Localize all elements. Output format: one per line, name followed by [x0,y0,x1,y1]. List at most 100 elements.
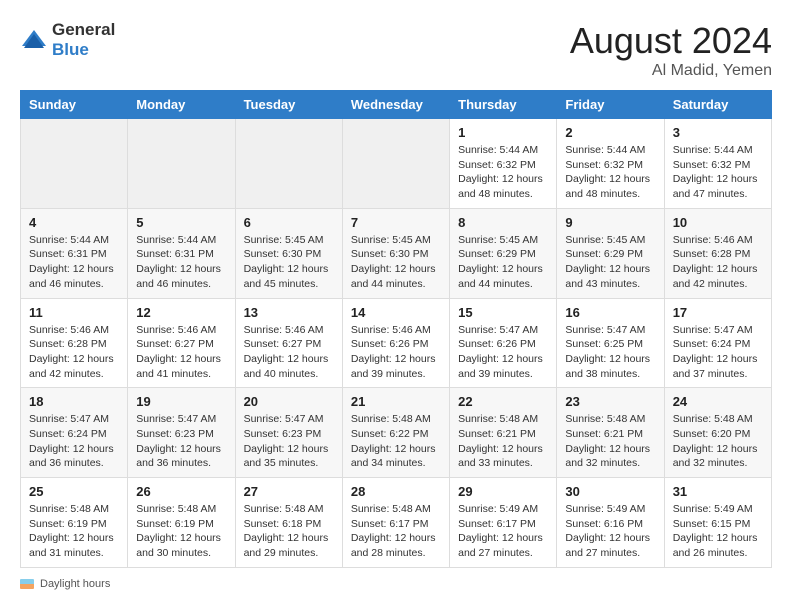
day-number: 19 [136,394,226,409]
day-number: 27 [244,484,334,499]
day-number: 22 [458,394,548,409]
calendar-cell: 29 Sunrise: 5:49 AM Sunset: 6:17 PM Dayli… [450,478,557,568]
day-info: Sunrise: 5:45 AM Sunset: 6:29 PM Dayligh… [458,233,548,292]
calendar-cell: 6Sunrise: 5:45 AM Sunset: 6:30 PM Daylig… [235,208,342,298]
day-number: 7 [351,215,441,230]
calendar-cell: 22Sunrise: 5:48 AM Sunset: 6:21 PM Dayli… [450,388,557,478]
calendar-week-5: 25 Sunrise: 5:48 AM Sunset: 6:19 PM Dayli… [21,478,772,568]
day-number: 9 [565,215,655,230]
day-number: 13 [244,305,334,320]
calendar-cell [342,119,449,209]
day-info: Sunrise: 5:49 AM Sunset: 6:17 PM Dayligh… [458,502,548,561]
day-number: 29 [458,484,548,499]
day-info: Sunrise: 5:46 AM Sunset: 6:27 PM Dayligh… [244,323,334,382]
column-header-sunday: Sunday [21,91,128,119]
day-number: 10 [673,215,763,230]
calendar-cell: 19 Sunrise: 5:47 AM Sunset: 6:23 PM Dayli… [128,388,235,478]
calendar-cell: 15Sunrise: 5:47 AM Sunset: 6:26 PM Dayli… [450,298,557,388]
logo-icon [20,26,48,54]
calendar-cell [128,119,235,209]
logo: General Blue [20,20,115,60]
calendar-cell: 31 Sunrise: 5:49 AM Sunset: 6:15 PM Dayli… [664,478,771,568]
day-number: 5 [136,215,226,230]
day-info: Sunrise: 5:44 AM Sunset: 6:32 PM Dayligh… [673,143,763,202]
day-info: Sunrise: 5:49 AM Sunset: 6:16 PM Dayligh… [565,502,655,561]
day-number: 21 [351,394,441,409]
day-info: Sunrise: 5:44 AM Sunset: 6:31 PM Dayligh… [29,233,119,292]
day-info: Sunrise: 5:48 AM Sunset: 6:19 PM Dayligh… [136,502,226,561]
day-info: Sunrise: 5:46 AM Sunset: 6:28 PM Dayligh… [673,233,763,292]
day-number: 4 [29,215,119,230]
day-number: 18 [29,394,119,409]
month-title: August 2024 [570,20,772,62]
header-row: SundayMondayTuesdayWednesdayThursdayFrid… [21,91,772,119]
column-header-wednesday: Wednesday [342,91,449,119]
day-info: Sunrise: 5:48 AM Sunset: 6:19 PM Dayligh… [29,502,119,561]
calendar-cell: 2 Sunrise: 5:44 AM Sunset: 6:32 PM Daylig… [557,119,664,209]
day-info: Sunrise: 5:45 AM Sunset: 6:30 PM Dayligh… [351,233,441,292]
calendar-cell: 13 Sunrise: 5:46 AM Sunset: 6:27 PM Dayli… [235,298,342,388]
calendar-cell: 11Sunrise: 5:46 AM Sunset: 6:28 PM Dayli… [21,298,128,388]
day-number: 25 [29,484,119,499]
column-header-monday: Monday [128,91,235,119]
logo-text: General Blue [52,20,115,60]
calendar-cell [235,119,342,209]
calendar-cell: 30 Sunrise: 5:49 AM Sunset: 6:16 PM Dayli… [557,478,664,568]
day-info: Sunrise: 5:49 AM Sunset: 6:15 PM Dayligh… [673,502,763,561]
calendar-cell: 27 Sunrise: 5:48 AM Sunset: 6:18 PM Dayli… [235,478,342,568]
calendar-cell [21,119,128,209]
calendar-cell: 8Sunrise: 5:45 AM Sunset: 6:29 PM Daylig… [450,208,557,298]
day-info: Sunrise: 5:48 AM Sunset: 6:21 PM Dayligh… [565,412,655,471]
calendar-header: SundayMondayTuesdayWednesdayThursdayFrid… [21,91,772,119]
day-info: Sunrise: 5:45 AM Sunset: 6:29 PM Dayligh… [565,233,655,292]
calendar-week-2: 4 Sunrise: 5:44 AM Sunset: 6:31 PM Daylig… [21,208,772,298]
day-info: Sunrise: 5:48 AM Sunset: 6:20 PM Dayligh… [673,412,763,471]
daylight-icon [20,579,34,589]
calendar-cell: 23Sunrise: 5:48 AM Sunset: 6:21 PM Dayli… [557,388,664,478]
calendar-cell: 24 Sunrise: 5:48 AM Sunset: 6:20 PM Dayli… [664,388,771,478]
calendar-table: SundayMondayTuesdayWednesdayThursdayFrid… [20,90,772,568]
day-info: Sunrise: 5:48 AM Sunset: 6:18 PM Dayligh… [244,502,334,561]
day-number: 3 [673,125,763,140]
calendar-cell: 4 Sunrise: 5:44 AM Sunset: 6:31 PM Daylig… [21,208,128,298]
calendar-cell: 26 Sunrise: 5:48 AM Sunset: 6:19 PM Dayli… [128,478,235,568]
calendar-cell: 1Sunrise: 5:44 AM Sunset: 6:32 PM Daylig… [450,119,557,209]
calendar-cell: 3 Sunrise: 5:44 AM Sunset: 6:32 PM Daylig… [664,119,771,209]
calendar-cell: 5 Sunrise: 5:44 AM Sunset: 6:31 PM Daylig… [128,208,235,298]
calendar-cell: 9 Sunrise: 5:45 AM Sunset: 6:29 PM Daylig… [557,208,664,298]
calendar-cell: 28Sunrise: 5:48 AM Sunset: 6:17 PM Dayli… [342,478,449,568]
day-info: Sunrise: 5:47 AM Sunset: 6:23 PM Dayligh… [136,412,226,471]
day-number: 11 [29,305,119,320]
day-number: 1 [458,125,548,140]
day-number: 31 [673,484,763,499]
calendar-cell: 10 Sunrise: 5:46 AM Sunset: 6:28 PM Dayli… [664,208,771,298]
calendar-cell: 21 Sunrise: 5:48 AM Sunset: 6:22 PM Dayli… [342,388,449,478]
day-info: Sunrise: 5:47 AM Sunset: 6:24 PM Dayligh… [29,412,119,471]
day-number: 24 [673,394,763,409]
day-info: Sunrise: 5:48 AM Sunset: 6:17 PM Dayligh… [351,502,441,561]
location: Al Madid, Yemen [570,62,772,80]
day-info: Sunrise: 5:44 AM Sunset: 6:31 PM Dayligh… [136,233,226,292]
day-info: Sunrise: 5:46 AM Sunset: 6:27 PM Dayligh… [136,323,226,382]
calendar-cell: 14Sunrise: 5:46 AM Sunset: 6:26 PM Dayli… [342,298,449,388]
calendar-cell: 12 Sunrise: 5:46 AM Sunset: 6:27 PM Dayli… [128,298,235,388]
day-number: 2 [565,125,655,140]
day-number: 30 [565,484,655,499]
day-number: 15 [458,305,548,320]
calendar-week-4: 18 Sunrise: 5:47 AM Sunset: 6:24 PM Dayli… [21,388,772,478]
footer: Daylight hours [20,578,772,590]
page-header: General Blue August 2024 Al Madid, Yemen [20,20,772,80]
day-info: Sunrise: 5:47 AM Sunset: 6:25 PM Dayligh… [565,323,655,382]
day-number: 14 [351,305,441,320]
day-info: Sunrise: 5:48 AM Sunset: 6:22 PM Dayligh… [351,412,441,471]
day-number: 12 [136,305,226,320]
column-header-tuesday: Tuesday [235,91,342,119]
day-info: Sunrise: 5:47 AM Sunset: 6:24 PM Dayligh… [673,323,763,382]
calendar-cell: 25 Sunrise: 5:48 AM Sunset: 6:19 PM Dayli… [21,478,128,568]
day-number: 17 [673,305,763,320]
calendar-cell: 18 Sunrise: 5:47 AM Sunset: 6:24 PM Dayli… [21,388,128,478]
day-info: Sunrise: 5:44 AM Sunset: 6:32 PM Dayligh… [565,143,655,202]
calendar-body: 1 Sunrise: 5:44 AM Sunset: 6:32 PM Daylig… [21,119,772,568]
day-number: 16 [565,305,655,320]
day-number: 26 [136,484,226,499]
